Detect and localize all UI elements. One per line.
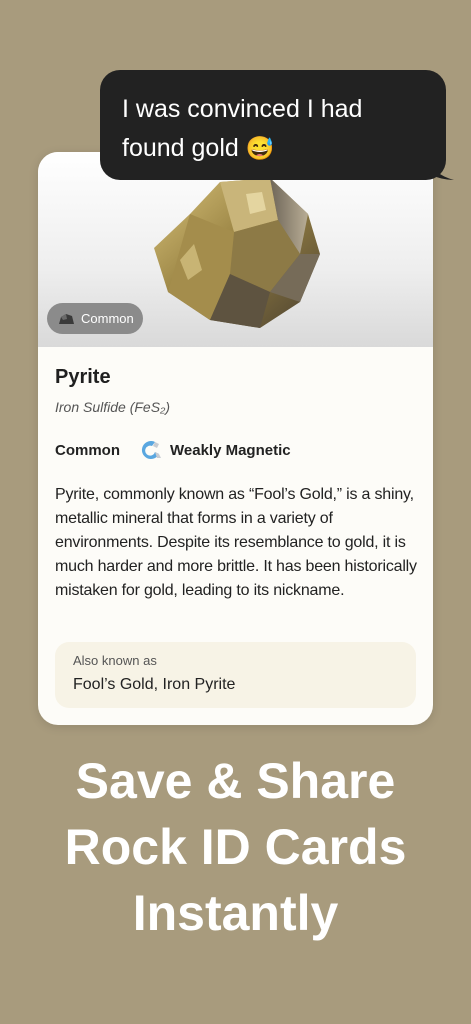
also-known-as-box: Also known as Fool’s Gold, Iron Pyrite bbox=[55, 642, 416, 708]
chat-bubble-line-2: found gold bbox=[122, 134, 239, 162]
chat-bubble: I was convinced I had found gold 😅 bbox=[100, 70, 446, 180]
rock-id-card[interactable]: Common Pyrite Iron Sulfide (FeS₂) Common… bbox=[38, 152, 433, 725]
magnet-icon bbox=[141, 441, 161, 460]
mineral-description: Pyrite, commonly known as “Fool’s Gold,”… bbox=[55, 486, 417, 599]
chat-bubble-line-1: I was convinced I had bbox=[122, 95, 363, 123]
chat-bubble-tail bbox=[428, 158, 454, 180]
rock-icon bbox=[59, 313, 74, 324]
rarity-tag: Common bbox=[55, 441, 120, 459]
headline-line-3: Instantly bbox=[132, 885, 339, 941]
rarity-badge-label: Common bbox=[81, 311, 134, 326]
promo-headline: Save & Share Rock ID Cards Instantly bbox=[0, 748, 471, 946]
chemical-formula: Iron Sulfide (FeS₂) bbox=[55, 399, 171, 415]
headline-line-1: Save & Share bbox=[75, 753, 396, 809]
also-known-as-label: Also known as bbox=[73, 653, 157, 668]
specimen-image-area: Common bbox=[38, 152, 433, 347]
rarity-badge: Common bbox=[47, 303, 143, 334]
pyrite-rock-image bbox=[154, 178, 320, 328]
mineral-name: Pyrite bbox=[55, 366, 111, 388]
magnetism-tag: Weakly Magnetic bbox=[170, 441, 291, 459]
headline-line-2: Rock ID Cards bbox=[64, 819, 407, 875]
also-known-as-value: Fool’s Gold, Iron Pyrite bbox=[73, 676, 236, 693]
sweat-smile-emoji: 😅 bbox=[245, 135, 275, 161]
